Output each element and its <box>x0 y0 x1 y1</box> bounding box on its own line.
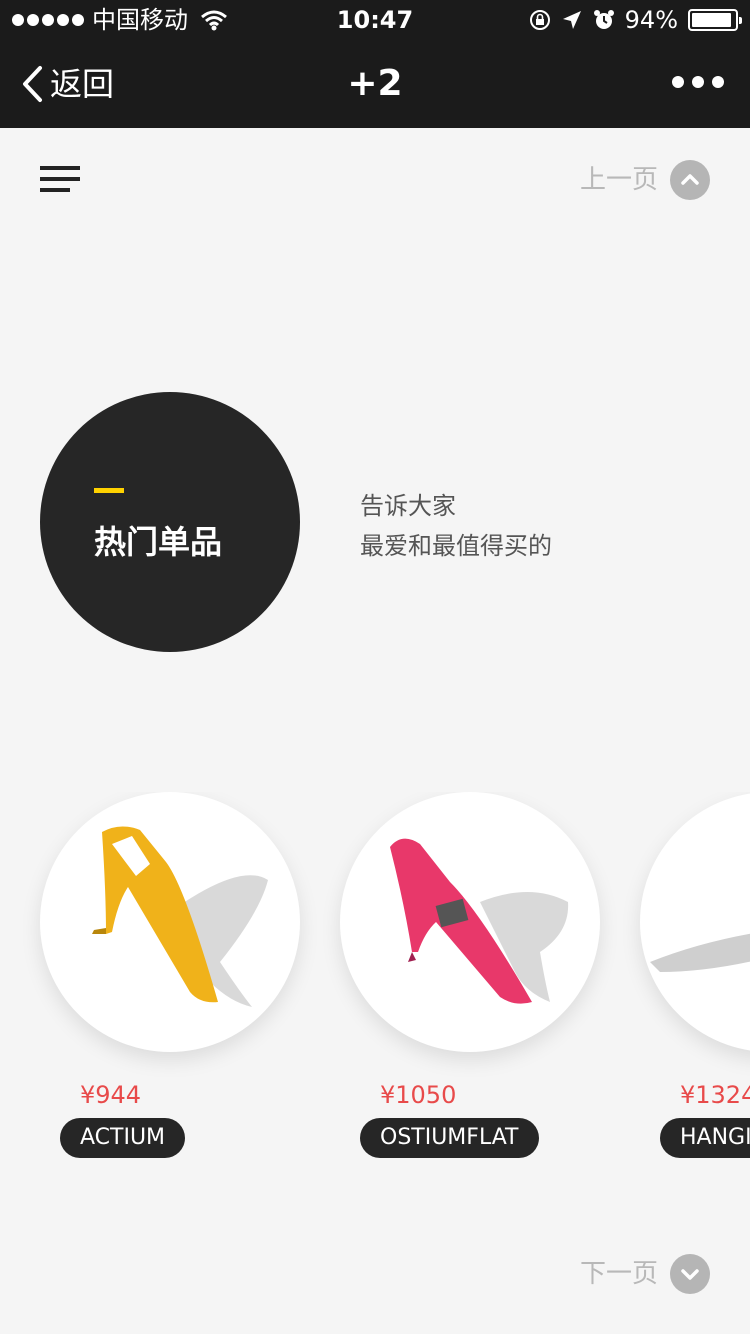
more-options-button[interactable] <box>672 76 724 88</box>
product-price: ¥1324 <box>680 1081 750 1109</box>
previous-page-label: 上一页 <box>579 165 658 195</box>
navigation-bar: 返回 +2 <box>0 40 750 128</box>
product-card[interactable]: ¥1324 HANGI <box>640 792 750 1158</box>
yellow-pump-shoe-image <box>92 826 268 1007</box>
description-line-1: 告诉大家 <box>360 492 456 520</box>
product-image[interactable] <box>640 792 750 1052</box>
description-line-2: 最爱和最值得买的 <box>360 532 552 560</box>
battery-percent: 94% <box>624 6 678 34</box>
next-page-button[interactable]: 下一页 <box>580 1254 710 1294</box>
status-bar: 中国移动 10:47 94% <box>0 0 750 40</box>
more-dot-icon <box>712 76 724 88</box>
product-price: ¥944 <box>80 1081 142 1109</box>
battery-icon <box>688 9 742 31</box>
product-price: ¥1050 <box>380 1081 457 1109</box>
chevron-up-icon <box>670 160 710 200</box>
section-description: 告诉大家 最爱和最值得买的 <box>360 486 552 566</box>
section-title: 热门单品 <box>94 523 223 561</box>
product-name-tag[interactable]: HANGI <box>660 1118 750 1158</box>
more-dot-icon <box>692 76 704 88</box>
battery-level <box>692 13 732 27</box>
next-page-label: 下一页 <box>579 1259 658 1289</box>
product-carousel[interactable]: ¥944 ACTIUM ¥1050 OSTIUMFLAT ¥1324 HANGI <box>0 792 750 1172</box>
product-card[interactable]: ¥944 ACTIUM <box>40 792 300 1158</box>
menu-icon[interactable] <box>40 166 80 194</box>
product-image[interactable] <box>340 792 600 1052</box>
hero-badge: 热门单品 <box>40 392 300 652</box>
chevron-down-icon <box>670 1254 710 1294</box>
alarm-icon <box>593 10 614 29</box>
rotation-lock-icon <box>529 10 550 30</box>
product-name-tag[interactable]: ACTIUM <box>60 1118 186 1158</box>
previous-page-button[interactable]: 上一页 <box>580 160 710 200</box>
more-dot-icon <box>672 76 684 88</box>
grey-shoe-image <box>650 933 750 972</box>
product-card[interactable]: ¥1050 OSTIUMFLAT <box>340 792 600 1158</box>
product-name-tag[interactable]: OSTIUMFLAT <box>360 1118 539 1158</box>
page-title: +2 <box>347 63 403 104</box>
status-bar-right: 94% <box>529 6 742 34</box>
pink-pump-shoe-image <box>390 838 569 1004</box>
product-image[interactable] <box>40 792 300 1052</box>
location-arrow-icon <box>562 11 581 29</box>
accent-bar <box>94 488 124 493</box>
